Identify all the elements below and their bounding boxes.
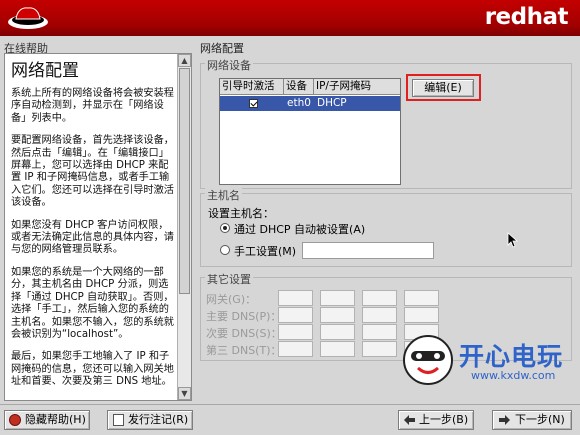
help-heading: 网络配置 bbox=[11, 61, 79, 81]
set-hostname-label: 设置主机名： bbox=[208, 207, 274, 220]
devices-label: 网络设备 bbox=[205, 57, 253, 73]
gateway-label: 网关(G)： bbox=[206, 293, 257, 306]
mouse-cursor-icon bbox=[507, 232, 519, 248]
brand-logo: redhat bbox=[484, 4, 569, 30]
next-label: 下一步(N) bbox=[515, 413, 565, 426]
title-banner: redhat bbox=[0, 0, 580, 36]
device-cell: eth0 bbox=[287, 97, 311, 109]
arrow-left-icon bbox=[404, 415, 415, 425]
scroll-up-icon[interactable]: ▲ bbox=[178, 54, 191, 67]
dns1-octet-2 bbox=[320, 307, 355, 323]
release-notes-label: 发行注记(R) bbox=[128, 413, 189, 426]
dns1-octet-1 bbox=[278, 307, 313, 323]
dhcp-radio[interactable] bbox=[220, 223, 230, 233]
dns2-octet-1 bbox=[278, 324, 313, 340]
watermark-url: www.kxdw.com bbox=[471, 369, 556, 382]
gateway-octet-1 bbox=[278, 290, 313, 306]
watermark-title: 开心电玩 bbox=[459, 342, 564, 371]
document-icon bbox=[113, 414, 124, 426]
dns2-octet-3 bbox=[362, 324, 397, 340]
dns1-octet-3 bbox=[362, 307, 397, 323]
dns1-label: 主要 DNS(P)： bbox=[206, 310, 282, 323]
scroll-down-icon[interactable]: ▼ bbox=[178, 387, 191, 400]
back-label: 上一步(B) bbox=[419, 413, 469, 426]
dns2-octet-2 bbox=[320, 324, 355, 340]
manual-option-label[interactable]: 手工设置(M) bbox=[234, 243, 296, 259]
panel-title: 网络配置 bbox=[200, 42, 244, 55]
dhcp-option-label[interactable]: 通过 DHCP 自动被设置(A) bbox=[234, 221, 365, 237]
hide-help-button[interactable]: 隐藏帮助(H) bbox=[4, 410, 90, 430]
misc-label: 其它设置 bbox=[205, 271, 253, 287]
watermark: 开心电玩 www.kxdw.com bbox=[395, 331, 575, 389]
dns3-octet-2 bbox=[320, 341, 355, 357]
column-header[interactable]: 引导时激活 bbox=[220, 79, 284, 94]
mascot-icon bbox=[403, 335, 453, 385]
help-paragraph: 最后，如果您手工地输入了 IP 和子网掩码的信息，您还可以输入网关地址和首要、次… bbox=[11, 351, 174, 388]
back-button[interactable]: 上一步(B) bbox=[398, 410, 474, 430]
release-notes-button[interactable]: 发行注记(R) bbox=[107, 410, 193, 430]
gateway-octet-3 bbox=[362, 290, 397, 306]
dns2-label: 次要 DNS(S)： bbox=[206, 327, 282, 340]
dns3-label: 第三 DNS(T)： bbox=[206, 344, 282, 357]
redhat-logo-icon bbox=[8, 7, 48, 29]
help-paragraph: 系统上所有的网络设备将会被安装程序自动检测到，并显示在「网络设备」列表中。 bbox=[11, 88, 174, 124]
devices-table: 引导时激活 设备 IP/子网掩码 eth0 DHCP bbox=[219, 78, 401, 185]
gateway-octet-4 bbox=[404, 290, 439, 306]
dns3-octet-1 bbox=[278, 341, 313, 357]
dns1-octet-4 bbox=[404, 307, 439, 323]
active-checkbox[interactable] bbox=[249, 99, 258, 108]
manual-radio[interactable] bbox=[220, 245, 230, 255]
help-text: 网络配置 系统上所有的网络设备将会被安装程序自动检测到，并显示在「网络设备」列表… bbox=[9, 56, 177, 400]
gateway-octet-2 bbox=[320, 290, 355, 306]
arrow-right-icon bbox=[499, 415, 510, 425]
table-row[interactable]: eth0 DHCP bbox=[220, 96, 400, 111]
bottom-bar: 隐藏帮助(H) 发行注记(R) 上一步(B) 下一步(N) bbox=[0, 404, 580, 435]
dns3-octet-3 bbox=[362, 341, 397, 357]
help-paragraph: 如果您没有 DHCP 客户访问权限，或者无法确定此信息的具体内容，请与您的网络管… bbox=[11, 219, 174, 256]
column-header[interactable]: 设备 bbox=[284, 79, 314, 94]
scroll-thumb[interactable] bbox=[179, 68, 190, 294]
ip-cell: DHCP bbox=[317, 97, 347, 109]
help-icon bbox=[9, 414, 21, 426]
hostname-input[interactable] bbox=[302, 242, 434, 259]
help-paragraph: 要配置网络设备，首先选择该设备，然后点击「编辑」。在「编辑接口」屏幕上，您可以选… bbox=[11, 135, 174, 209]
help-paragraph: 如果您的系统是一个大网络的一部分，其主机名由 DHCP 分派，则选择「通过 DH… bbox=[11, 266, 174, 340]
help-panel: 网络配置 系统上所有的网络设备将会被安装程序自动检测到，并显示在「网络设备」列表… bbox=[4, 53, 192, 401]
edit-button[interactable]: 编辑(E) bbox=[412, 79, 474, 97]
help-scrollbar[interactable]: ▲ ▼ bbox=[177, 54, 191, 400]
table-header: 引导时激活 设备 IP/子网掩码 bbox=[220, 79, 400, 95]
column-header[interactable]: IP/子网掩码 bbox=[314, 79, 400, 94]
hostname-label: 主机名 bbox=[205, 187, 242, 203]
hide-help-label: 隐藏帮助(H) bbox=[25, 413, 86, 426]
next-button[interactable]: 下一步(N) bbox=[492, 410, 572, 430]
